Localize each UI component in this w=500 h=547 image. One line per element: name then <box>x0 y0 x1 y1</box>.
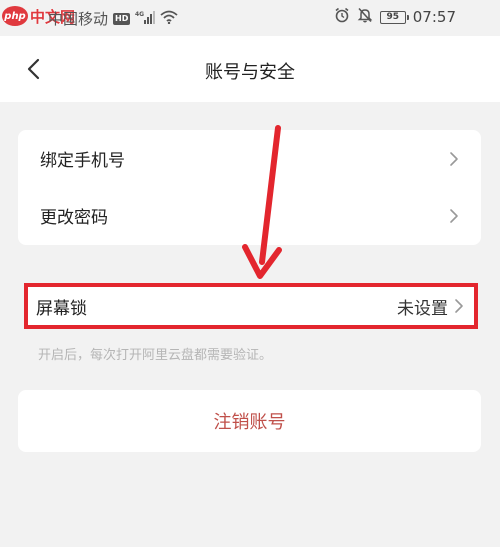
chevron-right-icon <box>450 151 458 166</box>
nav-bar: 账号与安全 <box>0 36 500 102</box>
delete-account-button[interactable]: 注销账号 <box>18 390 481 452</box>
screen-lock-status: 未设置 <box>397 298 448 319</box>
change-password-label: 更改密码 <box>40 208 108 228</box>
watermark-logo: php <box>2 6 28 26</box>
signal-icon: 4G <box>135 9 156 28</box>
chevron-right-icon <box>455 299 463 313</box>
network-type-label: 4G <box>135 11 144 18</box>
page-title: 账号与安全 <box>205 62 295 83</box>
account-settings-card: 绑定手机号 更改密码 <box>18 130 481 245</box>
status-right-group: 95 07:57 <box>334 7 456 27</box>
bind-phone-row[interactable]: 绑定手机号 <box>18 130 481 187</box>
screen-lock-label: 屏幕锁 <box>36 298 87 319</box>
mute-bell-icon <box>357 7 373 27</box>
screen-lock-hint: 开启后，每次打开阿里云盘都需要验证。 <box>38 348 273 363</box>
wifi-icon <box>160 9 178 28</box>
hd-badge: HD <box>113 12 131 25</box>
bind-phone-label: 绑定手机号 <box>40 151 125 171</box>
battery-icon: 95 <box>379 10 409 24</box>
status-bar: php 中文网 中国移动 HD 4G 95 07:57 <box>0 0 500 36</box>
status-time: 07:57 <box>412 8 456 26</box>
carrier-name: 中国移动 <box>48 10 109 28</box>
network-indicators: HD 4G <box>113 9 178 28</box>
change-password-row[interactable]: 更改密码 <box>18 187 481 244</box>
screen-lock-row[interactable]: 屏幕锁 未设置 <box>24 283 478 329</box>
chevron-right-icon <box>450 208 458 223</box>
alarm-icon <box>334 7 350 27</box>
delete-account-label: 注销账号 <box>213 412 286 433</box>
battery-level: 95 <box>386 12 400 22</box>
